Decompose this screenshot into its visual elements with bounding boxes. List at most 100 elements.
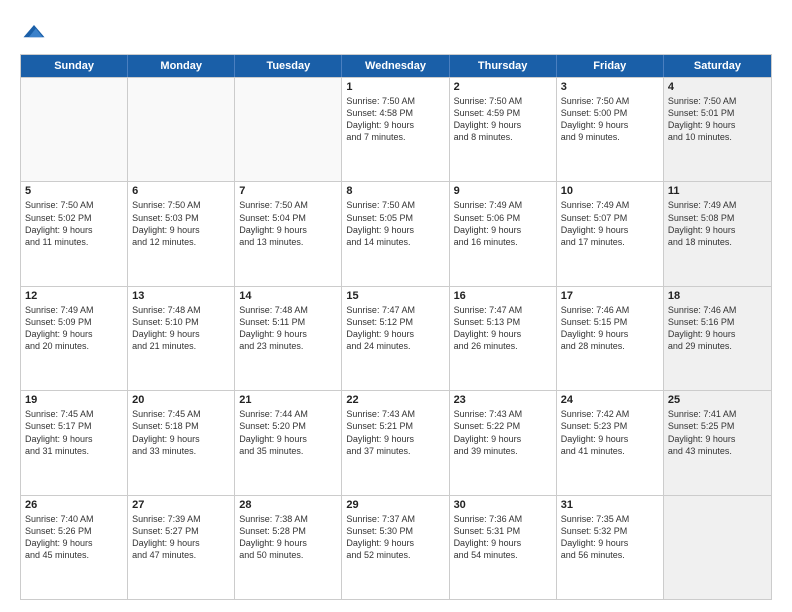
day-info: Sunrise: 7:50 AM Sunset: 4:59 PM Dayligh… (454, 95, 552, 144)
day-cell-2: 2Sunrise: 7:50 AM Sunset: 4:59 PM Daylig… (450, 78, 557, 181)
day-number: 12 (25, 290, 123, 302)
weekday-header-monday: Monday (128, 55, 235, 77)
day-info: Sunrise: 7:49 AM Sunset: 5:07 PM Dayligh… (561, 199, 659, 248)
day-info: Sunrise: 7:45 AM Sunset: 5:18 PM Dayligh… (132, 408, 230, 457)
day-number: 24 (561, 394, 659, 406)
day-info: Sunrise: 7:43 AM Sunset: 5:22 PM Dayligh… (454, 408, 552, 457)
day-number: 14 (239, 290, 337, 302)
day-cell-empty (235, 78, 342, 181)
day-number: 7 (239, 185, 337, 197)
day-info: Sunrise: 7:50 AM Sunset: 5:03 PM Dayligh… (132, 199, 230, 248)
day-info: Sunrise: 7:49 AM Sunset: 5:06 PM Dayligh… (454, 199, 552, 248)
day-cell-22: 22Sunrise: 7:43 AM Sunset: 5:21 PM Dayli… (342, 391, 449, 494)
day-info: Sunrise: 7:49 AM Sunset: 5:09 PM Dayligh… (25, 304, 123, 353)
week-row-1: 1Sunrise: 7:50 AM Sunset: 4:58 PM Daylig… (21, 77, 771, 181)
calendar-header: SundayMondayTuesdayWednesdayThursdayFrid… (21, 55, 771, 77)
day-cell-1: 1Sunrise: 7:50 AM Sunset: 4:58 PM Daylig… (342, 78, 449, 181)
day-info: Sunrise: 7:42 AM Sunset: 5:23 PM Dayligh… (561, 408, 659, 457)
day-info: Sunrise: 7:49 AM Sunset: 5:08 PM Dayligh… (668, 199, 767, 248)
day-cell-3: 3Sunrise: 7:50 AM Sunset: 5:00 PM Daylig… (557, 78, 664, 181)
day-info: Sunrise: 7:48 AM Sunset: 5:10 PM Dayligh… (132, 304, 230, 353)
header (20, 18, 772, 46)
day-number: 26 (25, 499, 123, 511)
day-cell-31: 31 Sunrise: 7:35 AM Sunset: 5:32 PM Dayli… (557, 496, 664, 599)
day-number: 21 (239, 394, 337, 406)
day-cell-23: 23Sunrise: 7:43 AM Sunset: 5:22 PM Dayli… (450, 391, 557, 494)
day-info: Sunrise: 7:40 AM Sunset: 5:26 PM Dayligh… (25, 513, 123, 562)
day-number: 18 (668, 290, 767, 302)
day-info: Sunrise: 7:36 AM Sunset: 5:31 PM Dayligh… (454, 513, 552, 562)
page: SundayMondayTuesdayWednesdayThursdayFrid… (0, 0, 792, 612)
calendar: SundayMondayTuesdayWednesdayThursdayFrid… (20, 54, 772, 600)
day-cell-20: 20 Sunrise: 7:45 AM Sunset: 5:18 PM Dayli… (128, 391, 235, 494)
day-cell-30: 30 Sunrise: 7:36 AM Sunset: 5:31 PM Dayli… (450, 496, 557, 599)
day-number: 11 (668, 185, 767, 197)
day-number: 1 (346, 81, 444, 93)
day-cell-18: 18 Sunrise: 7:46 AM Sunset: 5:16 PM Dayli… (664, 287, 771, 390)
day-cell-19: 19Sunrise: 7:45 AM Sunset: 5:17 PM Dayli… (21, 391, 128, 494)
day-cell-29: 29Sunrise: 7:37 AM Sunset: 5:30 PM Dayli… (342, 496, 449, 599)
calendar-body: 1Sunrise: 7:50 AM Sunset: 4:58 PM Daylig… (21, 77, 771, 599)
day-number: 8 (346, 185, 444, 197)
day-cell-10: 10 Sunrise: 7:49 AM Sunset: 5:07 PM Dayli… (557, 182, 664, 285)
day-number: 9 (454, 185, 552, 197)
day-info: Sunrise: 7:50 AM Sunset: 5:04 PM Dayligh… (239, 199, 337, 248)
day-cell-6: 6 Sunrise: 7:50 AM Sunset: 5:03 PM Daylig… (128, 182, 235, 285)
weekday-header-tuesday: Tuesday (235, 55, 342, 77)
day-info: Sunrise: 7:50 AM Sunset: 5:01 PM Dayligh… (668, 95, 767, 144)
day-number: 30 (454, 499, 552, 511)
day-number: 17 (561, 290, 659, 302)
day-info: Sunrise: 7:46 AM Sunset: 5:15 PM Dayligh… (561, 304, 659, 353)
day-cell-empty (128, 78, 235, 181)
day-number: 31 (561, 499, 659, 511)
day-cell-12: 12 Sunrise: 7:49 AM Sunset: 5:09 PM Dayli… (21, 287, 128, 390)
day-info: Sunrise: 7:39 AM Sunset: 5:27 PM Dayligh… (132, 513, 230, 562)
day-info: Sunrise: 7:44 AM Sunset: 5:20 PM Dayligh… (239, 408, 337, 457)
day-number: 20 (132, 394, 230, 406)
day-info: Sunrise: 7:35 AM Sunset: 5:32 PM Dayligh… (561, 513, 659, 562)
day-info: Sunrise: 7:43 AM Sunset: 5:21 PM Dayligh… (346, 408, 444, 457)
logo-icon (20, 18, 48, 46)
day-cell-7: 7 Sunrise: 7:50 AM Sunset: 5:04 PM Daylig… (235, 182, 342, 285)
day-cell-25: 25Sunrise: 7:41 AM Sunset: 5:25 PM Dayli… (664, 391, 771, 494)
day-info: Sunrise: 7:37 AM Sunset: 5:30 PM Dayligh… (346, 513, 444, 562)
day-cell-9: 9 Sunrise: 7:49 AM Sunset: 5:06 PM Daylig… (450, 182, 557, 285)
day-cell-26: 26 Sunrise: 7:40 AM Sunset: 5:26 PM Dayli… (21, 496, 128, 599)
day-number: 10 (561, 185, 659, 197)
day-cell-17: 17 Sunrise: 7:46 AM Sunset: 5:15 PM Dayli… (557, 287, 664, 390)
day-info: Sunrise: 7:47 AM Sunset: 5:12 PM Dayligh… (346, 304, 444, 353)
day-info: Sunrise: 7:50 AM Sunset: 5:02 PM Dayligh… (25, 199, 123, 248)
day-cell-13: 13Sunrise: 7:48 AM Sunset: 5:10 PM Dayli… (128, 287, 235, 390)
day-info: Sunrise: 7:50 AM Sunset: 5:05 PM Dayligh… (346, 199, 444, 248)
weekday-header-sunday: Sunday (21, 55, 128, 77)
day-number: 6 (132, 185, 230, 197)
day-cell-11: 11 Sunrise: 7:49 AM Sunset: 5:08 PM Dayli… (664, 182, 771, 285)
day-cell-24: 24 Sunrise: 7:42 AM Sunset: 5:23 PM Dayli… (557, 391, 664, 494)
day-info: Sunrise: 7:47 AM Sunset: 5:13 PM Dayligh… (454, 304, 552, 353)
week-row-3: 12 Sunrise: 7:49 AM Sunset: 5:09 PM Dayli… (21, 286, 771, 390)
day-number: 28 (239, 499, 337, 511)
week-row-5: 26 Sunrise: 7:40 AM Sunset: 5:26 PM Dayli… (21, 495, 771, 599)
day-cell-28: 28 Sunrise: 7:38 AM Sunset: 5:28 PM Dayli… (235, 496, 342, 599)
weekday-header-thursday: Thursday (450, 55, 557, 77)
day-cell-empty (664, 496, 771, 599)
day-info: Sunrise: 7:38 AM Sunset: 5:28 PM Dayligh… (239, 513, 337, 562)
day-number: 4 (668, 81, 767, 93)
day-cell-21: 21 Sunrise: 7:44 AM Sunset: 5:20 PM Dayli… (235, 391, 342, 494)
day-number: 27 (132, 499, 230, 511)
weekday-header-wednesday: Wednesday (342, 55, 449, 77)
day-number: 15 (346, 290, 444, 302)
day-info: Sunrise: 7:46 AM Sunset: 5:16 PM Dayligh… (668, 304, 767, 353)
weekday-header-saturday: Saturday (664, 55, 771, 77)
day-cell-15: 15 Sunrise: 7:47 AM Sunset: 5:12 PM Dayli… (342, 287, 449, 390)
day-cell-27: 27 Sunrise: 7:39 AM Sunset: 5:27 PM Dayli… (128, 496, 235, 599)
day-cell-4: 4 Sunrise: 7:50 AM Sunset: 5:01 PM Daylig… (664, 78, 771, 181)
day-cell-14: 14Sunrise: 7:48 AM Sunset: 5:11 PM Dayli… (235, 287, 342, 390)
day-cell-empty (21, 78, 128, 181)
day-cell-8: 8 Sunrise: 7:50 AM Sunset: 5:05 PM Daylig… (342, 182, 449, 285)
day-number: 25 (668, 394, 767, 406)
day-number: 19 (25, 394, 123, 406)
week-row-4: 19Sunrise: 7:45 AM Sunset: 5:17 PM Dayli… (21, 390, 771, 494)
week-row-2: 5Sunrise: 7:50 AM Sunset: 5:02 PM Daylig… (21, 181, 771, 285)
day-number: 3 (561, 81, 659, 93)
